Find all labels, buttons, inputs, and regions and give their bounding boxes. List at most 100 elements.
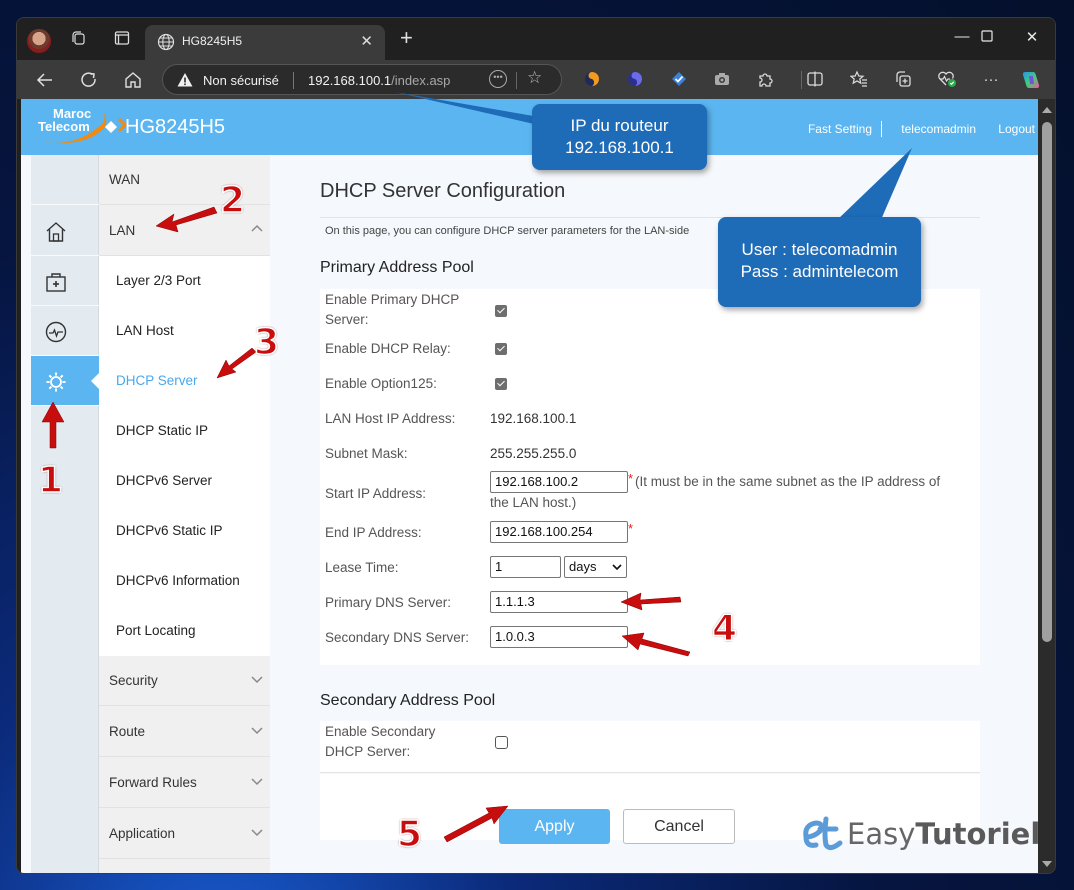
submenu-layer23-port[interactable]: Layer 2/3 Port xyxy=(116,273,201,288)
submenu-dhcp-server[interactable]: DHCP Server xyxy=(116,373,198,388)
primary-dns-input[interactable]: 1.1.1.3 xyxy=(490,591,628,613)
iconbar-status[interactable] xyxy=(31,306,99,356)
close-tab-icon[interactable]: ✕ xyxy=(360,32,373,50)
tab-router[interactable]: HG8245H5 ✕ xyxy=(145,25,385,60)
security-status[interactable]: Non sécurisé xyxy=(203,73,279,88)
page-description: On this page, you can configure DHCP ser… xyxy=(325,225,690,237)
browser-essentials-icon[interactable] xyxy=(937,70,957,90)
primary-pool-title: Primary Address Pool xyxy=(320,259,474,276)
callout-line: User : telecomadmin xyxy=(741,240,898,259)
step-1-number: 1 xyxy=(37,459,64,502)
enable-primary-label: Enable Primary DHCP Server: xyxy=(325,290,459,330)
menu-group-label: LAN xyxy=(109,223,136,238)
scroll-up-arrow[interactable] xyxy=(1042,107,1052,113)
submenu-dhcp-static-ip[interactable]: DHCP Static IP xyxy=(116,423,208,438)
extensions-puzzle-icon[interactable] xyxy=(755,70,775,90)
chevron-up-icon xyxy=(251,224,263,232)
lease-unit-select[interactable]: days xyxy=(564,556,627,578)
label-line: Server: xyxy=(325,312,369,327)
apply-button[interactable]: Apply xyxy=(499,809,610,844)
page-scrollbar[interactable] xyxy=(1038,99,1055,873)
url-path: /index.asp xyxy=(391,73,451,88)
vertical-tabs-icon[interactable] xyxy=(111,30,133,52)
secondary-dns-input[interactable]: 1.0.0.3 xyxy=(490,626,628,648)
submenu-lan-host[interactable]: LAN Host xyxy=(116,323,174,338)
submenu-dhcpv6-information[interactable]: DHCPv6 Information xyxy=(116,573,240,588)
url-host: 192.168.100.1 xyxy=(308,73,392,88)
scroll-thumb[interactable] xyxy=(1042,122,1052,642)
iconbar-home[interactable] xyxy=(31,206,99,256)
brand-line2: Telecom xyxy=(38,119,90,134)
page-viewport: Maroc Telecom HG8245H5 Fast Setting tele… xyxy=(21,99,1038,873)
menu-group-label: Security xyxy=(109,673,158,688)
router-ip-callout: IP du routeur 192.168.100.1 xyxy=(532,104,707,170)
extension-todo-icon[interactable] xyxy=(669,70,689,90)
iconbar-diagnose[interactable] xyxy=(31,256,99,306)
fast-setting-link[interactable]: Fast Setting xyxy=(808,122,872,136)
enable-secondary-checkbox[interactable] xyxy=(495,736,508,749)
primary-dns-label: Primary DNS Server: xyxy=(325,595,452,610)
camera-icon[interactable] xyxy=(712,70,732,90)
start-ip-input[interactable]: 192.168.100.2 xyxy=(490,471,628,493)
enable-secondary-label: Enable Secondary DHCP Server: xyxy=(325,722,435,762)
lease-time-input[interactable]: 1 xyxy=(490,556,561,578)
submenu-dhcpv6-static-ip[interactable]: DHCPv6 Static IP xyxy=(116,523,223,538)
chevron-down-icon xyxy=(251,727,263,735)
maximize-icon[interactable] xyxy=(972,26,1002,46)
enable-relay-checkbox[interactable] xyxy=(495,343,507,355)
url-text[interactable]: 192.168.100.1/index.asp xyxy=(308,73,450,88)
end-ip-input[interactable]: 192.168.100.254 xyxy=(490,521,628,543)
menu-group-label: WAN xyxy=(109,172,140,187)
menu-group-security[interactable]: Security xyxy=(99,656,270,706)
step-2-number: 2 xyxy=(219,179,246,222)
window-close-icon[interactable]: ✕ xyxy=(1017,28,1047,46)
enable-relay-label: Enable DHCP Relay: xyxy=(325,341,451,356)
collections-icon[interactable] xyxy=(893,70,913,90)
step-5-number: 5 xyxy=(396,813,423,856)
enable-primary-checkbox[interactable] xyxy=(495,305,507,317)
address-toolbar: Non sécurisé 192.168.100.1/index.asp •••… xyxy=(17,60,1055,99)
split-screen-icon[interactable] xyxy=(805,70,825,90)
current-user-link[interactable]: telecomadmin xyxy=(901,122,976,136)
home-icon[interactable] xyxy=(121,68,145,92)
copilot-icon[interactable] xyxy=(1021,70,1041,90)
settings-more-icon[interactable]: ··· xyxy=(981,70,1001,90)
lan-submenu: Layer 2/3 Port LAN Host DHCP Server DHCP… xyxy=(99,256,270,656)
required-mark: * xyxy=(628,471,634,486)
subnet-mask-label: Subnet Mask: xyxy=(325,446,408,461)
maroc-telecom-logo: Maroc Telecom xyxy=(35,105,130,147)
menu-group-label: Forward Rules xyxy=(109,775,197,790)
url-bar[interactable]: Non sécurisé 192.168.100.1/index.asp •••… xyxy=(162,64,562,95)
chevron-down-icon xyxy=(251,676,263,684)
credentials-callout: User : telecomadmin Pass : admintelecom xyxy=(718,217,921,307)
separator xyxy=(516,72,517,89)
workspaces-icon[interactable] xyxy=(67,30,89,52)
easytutoriel-watermark: EasyTutoriel xyxy=(800,815,1040,855)
start-ip-label: Start IP Address: xyxy=(325,486,427,501)
home-icon xyxy=(46,222,66,242)
more-options-icon[interactable]: ••• xyxy=(489,70,507,88)
cancel-button[interactable]: Cancel xyxy=(623,809,735,844)
status-monitor-icon xyxy=(45,321,67,343)
profile-avatar[interactable] xyxy=(27,29,51,53)
scroll-down-arrow[interactable] xyxy=(1042,861,1052,867)
back-icon[interactable] xyxy=(33,68,57,92)
menu-group-forward-rules[interactable]: Forward Rules xyxy=(99,758,270,808)
enable-option125-checkbox[interactable] xyxy=(495,378,507,390)
favorites-icon[interactable] xyxy=(849,70,869,90)
menu-group-application[interactable]: Application xyxy=(99,809,270,859)
lan-host-ip-label: LAN Host IP Address: xyxy=(325,411,456,426)
submenu-dhcpv6-server[interactable]: DHCPv6 Server xyxy=(116,473,212,488)
warning-icon xyxy=(177,73,193,87)
submenu-port-locating[interactable]: Port Locating xyxy=(116,623,196,638)
favorite-star-icon[interactable]: ☆ xyxy=(527,68,542,88)
new-tab-icon[interactable]: + xyxy=(400,27,413,49)
primary-pool-panel: Enable Primary DHCP Server: Enable DHCP R… xyxy=(320,289,980,665)
iconbar-advanced[interactable] xyxy=(31,356,100,406)
lan-host-ip-value: 192.168.100.1 xyxy=(490,411,577,426)
menu-group-route[interactable]: Route xyxy=(99,707,270,757)
logout-link[interactable]: Logout xyxy=(998,122,1035,136)
refresh-icon[interactable] xyxy=(77,68,101,92)
extension-2-icon[interactable] xyxy=(625,70,645,90)
extension-1-icon[interactable] xyxy=(582,70,602,90)
